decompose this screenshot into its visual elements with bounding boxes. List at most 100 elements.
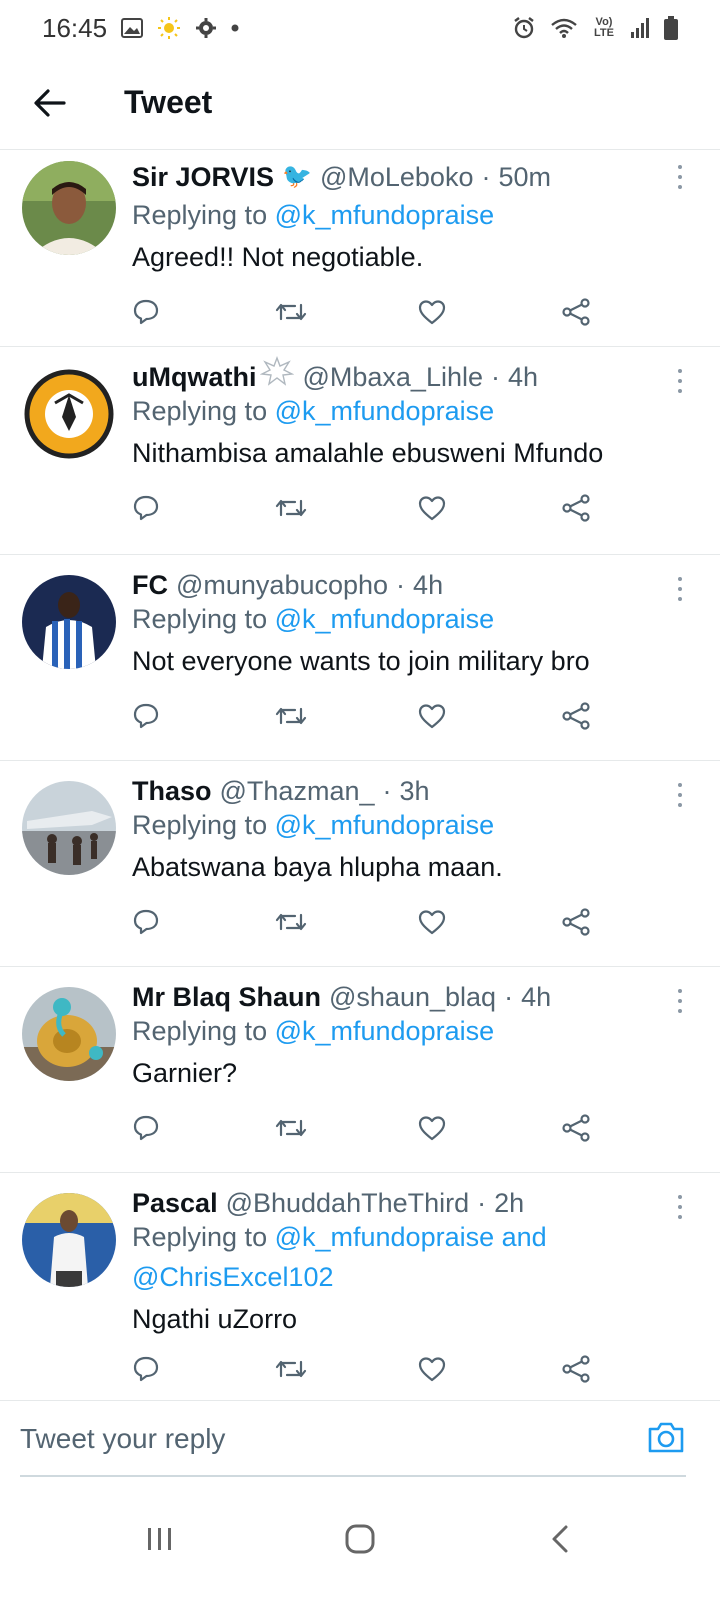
sun-icon — [157, 16, 181, 40]
reply-button[interactable] — [132, 897, 275, 947]
tweet[interactable]: Pascal @BhuddahTheThird · 2h Replying to… — [0, 1173, 720, 1413]
share-button[interactable] — [561, 1103, 704, 1153]
more-button[interactable] — [668, 1195, 692, 1219]
tweet-text: Garnier? — [132, 1058, 238, 1088]
reply-button[interactable] — [132, 1103, 275, 1153]
tweet[interactable]: Sir JORVIS 🐦 @MoLeboko · 50m Replying to… — [0, 151, 720, 347]
reply-button[interactable] — [132, 287, 275, 337]
back-button[interactable] — [20, 73, 80, 133]
more-button[interactable] — [668, 577, 692, 601]
mention-link[interactable]: @k_mfundopraise — [275, 1016, 495, 1046]
retweet-button[interactable] — [275, 483, 418, 533]
tweet-meta: Thaso @Thazman_ · 3h — [132, 761, 720, 806]
status-time: 16:45 — [42, 12, 108, 43]
like-button[interactable] — [418, 287, 561, 337]
reply-button[interactable] — [132, 1344, 275, 1394]
more-button[interactable] — [668, 369, 692, 393]
share-button[interactable] — [561, 483, 704, 533]
recent-apps-icon — [148, 1528, 171, 1550]
tweet[interactable]: Thaso @Thazman_ · 3h Replying to @k_mfun… — [0, 761, 720, 967]
chevron-left-icon — [552, 1525, 568, 1553]
tweet[interactable]: uMqwathi @Mbaxa_Lihle · 4h Replying to @… — [0, 347, 720, 555]
replying-to-label: Replying to — [132, 200, 275, 230]
retweet-button[interactable] — [275, 1103, 418, 1153]
mention-link[interactable]: @k_mfundopraise — [275, 604, 495, 634]
avatar[interactable] — [22, 575, 116, 669]
heart-icon — [418, 1357, 446, 1382]
retweet-button[interactable] — [275, 287, 418, 337]
share-button[interactable] — [561, 287, 704, 337]
share-button[interactable] — [561, 691, 704, 741]
battery-icon — [664, 16, 678, 40]
more-button[interactable] — [668, 165, 692, 189]
more-button[interactable] — [668, 989, 692, 1013]
tweet[interactable]: Mr Blaq Shaun @shaun_blaq · 4h Replying … — [0, 967, 720, 1173]
tweet-text: Agreed!! Not negotiable. — [132, 242, 424, 272]
tweet-text: Ngathi uZorro — [132, 1304, 298, 1334]
mention-link[interactable]: @k_mfundopraise — [275, 200, 495, 230]
like-button[interactable] — [418, 1103, 561, 1153]
mention-link[interactable]: @ChrisExcel102 — [132, 1262, 334, 1292]
reply-feed: Sir JORVIS 🐦 @MoLeboko · 50m Replying to… — [0, 151, 720, 1429]
replying-to-continued: @ChrisExcel102 — [132, 1257, 720, 1297]
retweet-icon — [275, 1360, 307, 1378]
bird-badge-icon: 🐦 — [282, 163, 312, 190]
system-nav-bar — [0, 1478, 720, 1600]
share-icon — [562, 702, 590, 730]
comment-icon — [133, 1356, 159, 1382]
retweet-icon — [275, 303, 307, 321]
tweet-meta: FC @munyabucopho · 4h — [132, 555, 720, 600]
nav-back-button[interactable] — [520, 1499, 600, 1579]
more-button[interactable] — [668, 783, 692, 807]
notification-dot-icon — [231, 24, 239, 32]
avatar[interactable] — [22, 367, 116, 461]
camera-icon — [648, 1422, 684, 1453]
reply-input-underline — [20, 1475, 686, 1477]
retweet-button[interactable] — [275, 897, 418, 947]
share-icon — [562, 1114, 590, 1142]
retweet-icon — [275, 913, 307, 931]
retweet-button[interactable] — [275, 691, 418, 741]
arrow-left-icon — [34, 88, 66, 117]
mention-link[interactable]: @k_mfundopraise — [275, 396, 495, 426]
status-left: 16:45 — [42, 13, 239, 44]
like-button[interactable] — [418, 897, 561, 947]
status-right: Vo) LTE — [512, 16, 678, 40]
reply-button[interactable] — [132, 691, 275, 741]
like-button[interactable] — [418, 483, 561, 533]
reply-input[interactable] — [20, 1407, 620, 1471]
heart-icon — [418, 910, 446, 935]
tweet-text: Abatswana baya hlupha maan. — [132, 852, 503, 882]
replying-to: Replying to @k_mfundopraise — [132, 1011, 720, 1051]
avatar[interactable] — [22, 1193, 116, 1287]
more-vertical-icon — [678, 783, 682, 787]
avatar[interactable] — [22, 987, 116, 1081]
share-icon — [562, 298, 590, 326]
camera-button[interactable] — [646, 1419, 686, 1459]
avatar[interactable] — [22, 161, 116, 255]
handle[interactable]: @MoLeboko — [320, 155, 474, 199]
tweet[interactable]: FC @munyabucopho · 4h Replying to @k_mfu… — [0, 555, 720, 761]
retweet-button[interactable] — [275, 1344, 418, 1394]
separator: · — [481, 162, 491, 192]
replying-to: Replying to @k_mfundopraise — [132, 391, 720, 431]
share-button[interactable] — [561, 897, 704, 947]
separator: · — [504, 982, 514, 1012]
like-button[interactable] — [418, 1344, 561, 1394]
like-button[interactable] — [418, 691, 561, 741]
replying-to: Replying to @k_mfundopraise — [132, 195, 720, 235]
mention-link[interactable]: @k_mfundopraise and — [275, 1222, 547, 1252]
display-name[interactable]: Sir JORVIS — [132, 155, 274, 199]
avatar[interactable] — [22, 781, 116, 875]
action-bar — [132, 889, 720, 959]
heart-icon — [418, 496, 446, 521]
recent-apps-button[interactable] — [120, 1499, 200, 1579]
share-button[interactable] — [561, 1344, 704, 1394]
page-title: Tweet — [124, 84, 213, 120]
action-bar — [132, 1341, 720, 1401]
reply-button[interactable] — [132, 483, 275, 533]
retweet-icon — [275, 707, 307, 725]
home-button[interactable] — [320, 1499, 400, 1579]
replying-to-label: Replying to — [132, 810, 275, 840]
mention-link[interactable]: @k_mfundopraise — [275, 810, 495, 840]
